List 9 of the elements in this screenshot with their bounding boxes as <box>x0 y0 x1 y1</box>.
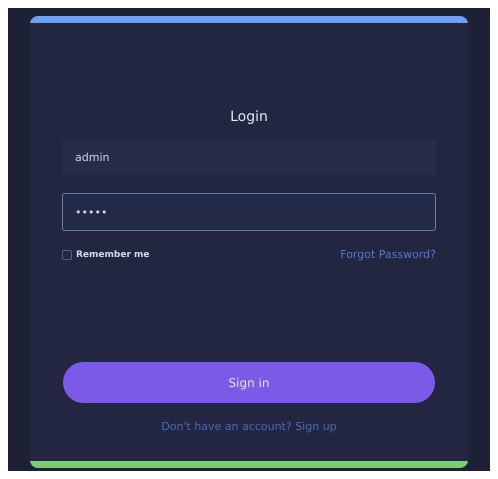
username-field[interactable]: admin <box>62 139 436 175</box>
login-title: Login <box>230 109 268 125</box>
password-field[interactable]: ••••• <box>62 193 436 231</box>
signup-prompt: Don't have an account? Sign up <box>161 420 337 433</box>
forgot-password-link[interactable]: Forgot Password? <box>340 248 436 261</box>
sign-up-link[interactable]: Sign up <box>295 420 337 433</box>
remember-checkbox[interactable] <box>62 250 72 260</box>
sign-in-button[interactable]: Sign in <box>63 362 435 403</box>
remember-label: Remember me <box>76 250 150 260</box>
